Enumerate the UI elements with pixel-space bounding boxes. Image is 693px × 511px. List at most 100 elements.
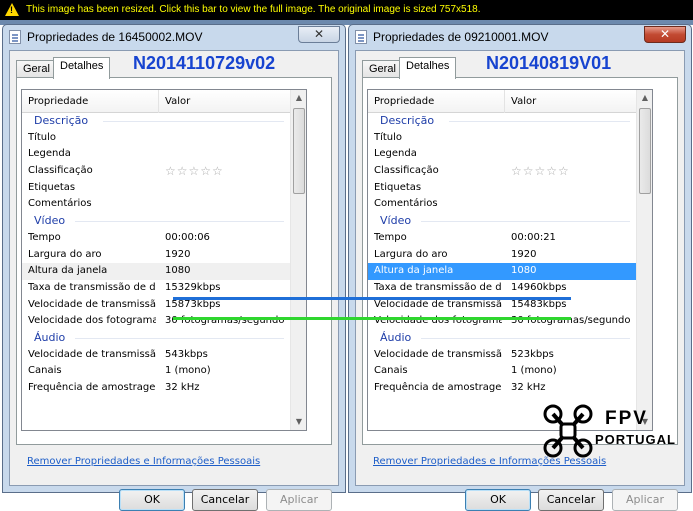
property-value: 1920 — [165, 248, 191, 260]
right-titlebar[interactable]: Propriedades de 09210001.MOV ✕ — [349, 25, 691, 49]
property-row[interactable]: Largura do aro 1920 — [22, 247, 292, 264]
property-row[interactable]: Comentários — [22, 196, 292, 213]
right-scrollbar[interactable]: ▲ ▼ — [636, 90, 652, 430]
property-row[interactable]: Etiquetas — [22, 180, 292, 197]
right-apply-button[interactable]: Aplicar — [612, 489, 678, 511]
right-column-valor[interactable]: Valor — [505, 90, 638, 113]
left-ok-button[interactable]: OK — [119, 489, 185, 511]
property-name: Velocidade de transmissão — [28, 348, 156, 360]
warning-icon: ! — [5, 3, 19, 16]
property-row[interactable]: Tempo 00:00:06 — [22, 230, 292, 247]
right-tab-geral[interactable]: Geral — [362, 60, 403, 78]
group-divider — [421, 337, 630, 339]
property-row[interactable]: Velocidade dos fotogramas 30 fotogramas/s… — [22, 313, 292, 330]
scroll-up-icon[interactable]: ▲ — [291, 90, 306, 106]
property-value: 00:00:06 — [165, 231, 210, 243]
property-row[interactable]: Etiquetas — [368, 180, 638, 197]
property-row[interactable]: Altura da janela 1080 — [368, 263, 638, 280]
left-rows: Descrição Título Legenda Classificação ☆☆☆☆☆… — [22, 113, 292, 397]
property-row[interactable]: Altura da janela 1080 — [22, 263, 292, 280]
property-value: 543kbps — [165, 348, 208, 360]
property-name: Canais — [28, 365, 62, 377]
property-name: Velocidade de transmissão — [374, 348, 502, 360]
group-label: Vídeo — [380, 214, 412, 228]
property-name: Taxa de transmissão de d... — [374, 281, 502, 293]
left-scroll-thumb[interactable] — [293, 108, 305, 194]
group-divider — [103, 121, 284, 122]
property-row[interactable]: Título — [22, 130, 292, 147]
left-column-propriedade[interactable]: Propriedade — [22, 90, 159, 113]
property-row[interactable]: Taxa de transmissão de d... 15329kbps — [22, 280, 292, 297]
property-name: Velocidade dos fotogramas — [28, 315, 156, 327]
property-row[interactable]: Legenda — [368, 146, 638, 163]
right-list-header: Propriedade Valor — [368, 90, 638, 113]
property-value: 32 kHz — [165, 382, 200, 393]
group-header: Descrição — [22, 113, 292, 130]
property-row[interactable]: Título — [368, 130, 638, 147]
right-column-propriedade[interactable]: Propriedade — [368, 90, 505, 113]
property-name: Largura do aro — [28, 248, 102, 260]
property-row[interactable]: Canais 1 (mono) — [22, 363, 292, 380]
property-name: Comentários — [28, 198, 92, 210]
group-divider — [75, 337, 284, 339]
property-row[interactable]: Frequência de amostrage... 32 kHz — [368, 380, 638, 397]
property-row[interactable]: Classificação ☆☆☆☆☆ — [368, 163, 638, 180]
left-apply-button[interactable]: Aplicar — [266, 489, 332, 511]
right-tab-detalhes[interactable]: Detalhes — [399, 57, 457, 79]
property-row[interactable]: Velocidade dos fotogramas 30 fotogramas/s… — [368, 313, 638, 330]
property-row[interactable]: Velocidade de transmissão 543kbps — [22, 347, 292, 364]
property-row[interactable]: Frequência de amostrage... 32 kHz — [22, 380, 292, 397]
property-name: Classificação — [374, 165, 439, 177]
left-column-valor[interactable]: Valor — [159, 90, 292, 113]
property-name: Legenda — [374, 148, 417, 160]
right-ok-button[interactable]: OK — [465, 489, 531, 511]
property-row[interactable]: Comentários — [368, 196, 638, 213]
property-name: Etiquetas — [28, 181, 76, 193]
right-close-button[interactable]: ✕ — [644, 26, 686, 43]
property-row[interactable]: Canais 1 (mono) — [368, 363, 638, 380]
property-name: Altura da janela — [28, 265, 108, 277]
left-titlebar[interactable]: Propriedades de 16450002.MOV ✕ — [3, 25, 345, 49]
group-header: Vídeo — [22, 213, 292, 230]
logo-fpv-text: FPV — [605, 408, 648, 429]
scroll-up-icon[interactable]: ▲ — [637, 90, 652, 106]
property-name: Velocidade de transmissão... — [28, 298, 156, 310]
property-row[interactable]: Taxa de transmissão de d... 14960kbps — [368, 280, 638, 297]
right-cancel-button[interactable]: Cancelar — [538, 489, 604, 511]
property-value: 00:00:21 — [511, 231, 556, 243]
property-row[interactable]: Legenda — [22, 146, 292, 163]
property-name: Altura da janela — [374, 265, 454, 277]
resize-notice-bar[interactable]: ! This image has been resized. Click thi… — [0, 0, 693, 20]
property-name: Frequência de amostrage... — [28, 382, 156, 393]
property-name: Título — [28, 131, 57, 143]
left-scrollbar[interactable]: ▲ ▼ — [290, 90, 306, 430]
property-value: 1 (mono) — [511, 365, 557, 377]
property-value: 32 kHz — [511, 382, 546, 393]
rating-stars-icon[interactable]: ☆☆☆☆☆ — [165, 163, 224, 180]
group-header: Áudio — [368, 330, 638, 347]
rating-stars-icon[interactable]: ☆☆☆☆☆ — [511, 163, 570, 180]
left-close-button[interactable]: ✕ — [298, 26, 340, 43]
right-properties-list[interactable]: Propriedade Valor Descrição Título Legenda… — [367, 89, 653, 431]
property-row[interactable]: Classificação ☆☆☆☆☆ — [22, 163, 292, 180]
group-label: Áudio — [34, 330, 66, 344]
left-tab-geral[interactable]: Geral — [16, 60, 57, 78]
property-name: Largura do aro — [374, 248, 448, 260]
left-tab-detalhes[interactable]: Detalhes — [53, 57, 111, 79]
drone-icon — [543, 404, 593, 458]
property-row[interactable]: Tempo 00:00:21 — [368, 230, 638, 247]
left-remove-properties-link[interactable]: Remover Propriedades e Informações Pesso… — [27, 456, 260, 467]
group-label: Áudio — [380, 330, 412, 344]
left-window-title: Propriedades de 16450002.MOV — [27, 30, 203, 44]
left-properties-list[interactable]: Propriedade Valor Descrição Título Legenda… — [21, 89, 307, 431]
property-row[interactable]: Velocidade de transmissão 523kbps — [368, 347, 638, 364]
group-header: Áudio — [22, 330, 292, 347]
left-cancel-button[interactable]: Cancelar — [192, 489, 258, 511]
right-scroll-thumb[interactable] — [639, 108, 651, 194]
right-window-title: Propriedades de 09210001.MOV — [373, 30, 549, 44]
property-value: 523kbps — [511, 348, 554, 360]
property-row[interactable]: Largura do aro 1920 — [368, 247, 638, 264]
scroll-down-icon[interactable]: ▼ — [291, 414, 306, 430]
group-label: Descrição — [34, 114, 89, 127]
group-divider — [75, 221, 284, 223]
